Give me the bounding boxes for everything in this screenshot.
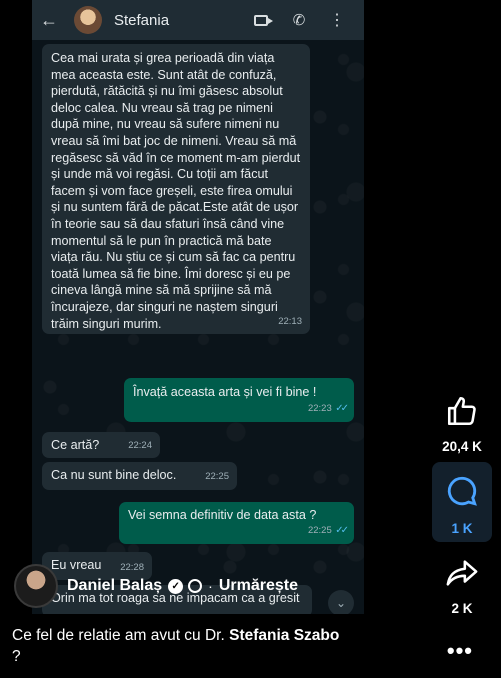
chat-header: ← Stefania ✆ ⋮ — [32, 0, 364, 40]
caption-prefix: Ce fel de relatie am avut cu Dr. — [12, 627, 230, 644]
message-incoming: Ce artă? 22:24 — [42, 432, 160, 458]
message-incoming: Ca nu sunt bine deloc. 22:25 — [42, 462, 237, 490]
message-outgoing: Vei semna definitiv de data asta ? 22:25… — [119, 502, 354, 544]
message-text: Ca nu sunt bine deloc. — [51, 468, 177, 482]
message-time: 22:25 — [307, 525, 332, 537]
caption-suffix: ? — [12, 648, 21, 665]
verified-badge-icon: ✓ — [168, 578, 184, 594]
comment-icon — [447, 476, 477, 506]
message-time: 22:24 — [128, 440, 152, 452]
message-incoming: Cea mai urata și grea perioadă din viața… — [42, 44, 310, 334]
share-icon — [446, 560, 478, 586]
share-button[interactable]: 2 K — [432, 556, 492, 616]
author-row: Daniel Balaș ✓ · Urmărește — [14, 564, 298, 608]
chat-screenshot: ← Stefania ✆ ⋮ Cea mai urata și grea per… — [32, 0, 364, 614]
message-text: Învață aceasta arta și vei fi bine ! — [133, 385, 317, 399]
author-name[interactable]: Daniel Balaș — [67, 577, 162, 595]
read-ticks-icon: ✓✓ — [335, 403, 349, 415]
contact-avatar — [74, 6, 102, 34]
like-button[interactable]: 20,4 K — [432, 394, 492, 454]
message-time: 22:23 — [307, 403, 332, 415]
phone-icon: ✆ — [292, 12, 306, 29]
message-outgoing: Învață aceasta arta și vei fi bine ! 22:… — [124, 378, 354, 422]
message-text: Vei semna definitiv de data asta ? — [128, 508, 317, 522]
more-vertical-icon: ⋮ — [329, 11, 345, 29]
video-call-icon — [242, 12, 280, 29]
comment-count: 1 K — [451, 521, 473, 536]
thumbs-up-icon — [447, 396, 476, 426]
follow-button[interactable]: Urmărește — [219, 577, 298, 595]
scroll-down-icon: ⌄ — [328, 590, 354, 614]
message-text: Cea mai urata și grea perioadă din viața… — [51, 51, 301, 331]
share-count: 2 K — [451, 601, 473, 616]
separator: · — [208, 578, 213, 594]
more-options-button[interactable]: ••• — [447, 640, 473, 662]
read-ticks-icon: ✓✓ — [335, 525, 349, 537]
caption[interactable]: Ce fel de relatie am avut cu Dr. Stefani… — [12, 625, 432, 667]
like-count: 20,4 K — [442, 439, 482, 454]
comment-button[interactable]: 1 K — [432, 462, 492, 542]
contact-name: Stefania — [114, 11, 170, 29]
message-text: Ce artă? — [51, 438, 100, 452]
globe-icon — [188, 579, 203, 593]
arrow-left-icon: ← — [40, 9, 58, 30]
message-time: 22:25 — [205, 471, 229, 483]
author-avatar[interactable] — [14, 564, 58, 608]
caption-bold: Stefania Szabo — [229, 627, 340, 644]
message-time: 22:13 — [278, 316, 302, 328]
